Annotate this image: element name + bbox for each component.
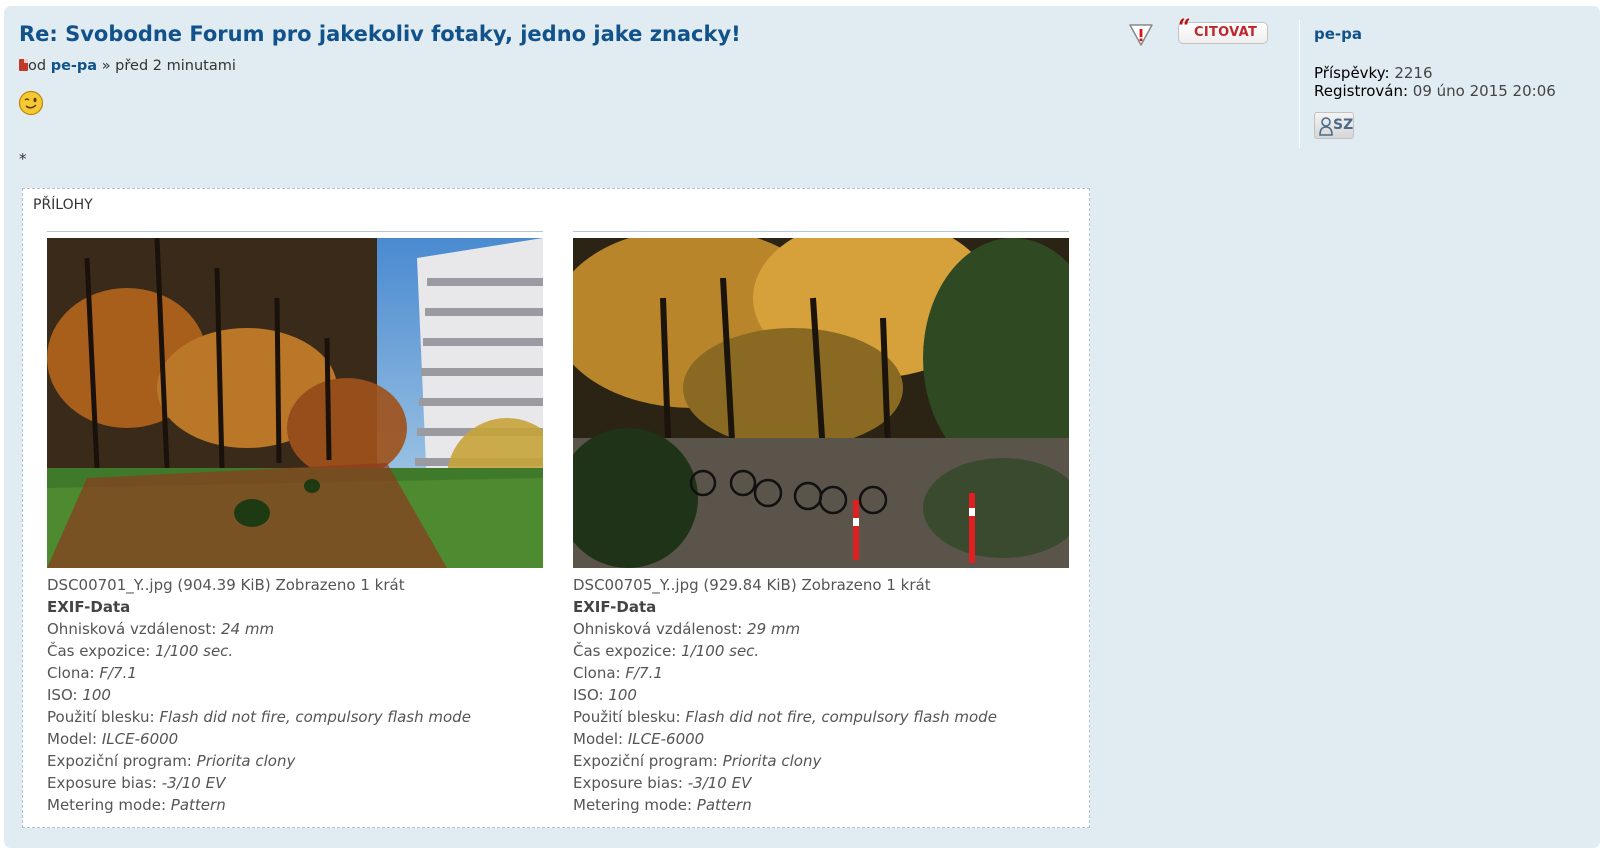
post-body-text: *: [19, 150, 27, 168]
profile-posts-value[interactable]: 2216: [1394, 64, 1432, 82]
attachment-item: DSC00701_Y..jpg (904.39 KiB) Zobrazeno 1…: [47, 231, 543, 816]
attachment-filename[interactable]: DSC00705_Y..jpg: [573, 576, 699, 594]
exif-exposure-label: Čas expozice:: [47, 642, 151, 660]
exif-iso: ISO: 100: [573, 684, 1069, 706]
exif-exposure-label: Čas expozice:: [573, 642, 677, 660]
report-icon[interactable]: [1127, 20, 1155, 48]
smiley-wink-icon: [18, 90, 44, 116]
exif-focal-label: Ohnisková vzdálenost:: [47, 620, 217, 638]
exif-metering-label: Metering mode:: [573, 796, 693, 814]
exif-exposure: Čas expozice: 1/100 sec.: [47, 640, 543, 662]
post-container: Re: Svobodne Forum pro jakekoliv fotaky,…: [4, 6, 1600, 848]
profile-registered-value: 09 úno 2015 20:06: [1412, 82, 1556, 100]
send-pm-button[interactable]: SZ: [1314, 112, 1354, 139]
exif-model-label: Model:: [47, 730, 98, 748]
attachment-photo[interactable]: [573, 238, 1069, 568]
exif-iso-label: ISO:: [47, 686, 78, 704]
exif-aperture: Clona: F/7.1: [47, 662, 543, 684]
exif-metering-label: Metering mode:: [47, 796, 167, 814]
quote-button[interactable]: “ CITOVAT: [1178, 15, 1268, 44]
exif-focal: Ohnisková vzdálenost: 24 mm: [47, 618, 543, 640]
profile-registered: Registrován: 09 úno 2015 20:06: [1314, 82, 1556, 100]
post-time: » před 2 minutami: [101, 58, 236, 74]
exif-program-value: Priorita clony: [196, 752, 296, 770]
exif-flash-value: Flash did not fire, compulsory flash mod…: [159, 708, 471, 726]
exif-iso: ISO: 100: [47, 684, 543, 706]
exif-bias-value: -3/10 EV: [161, 774, 226, 792]
exif-bias: Exposure bias: -3/10 EV: [573, 772, 1069, 794]
exif-flash-label: Použití blesku:: [573, 708, 681, 726]
attachment-info: DSC00701_Y..jpg (904.39 KiB) Zobrazeno 1…: [47, 574, 543, 816]
quote-icon: “: [1178, 15, 1191, 41]
attachment-divider: [47, 231, 543, 232]
quote-label: CITOVAT: [1194, 25, 1258, 40]
exif-model-value: ILCE-6000: [627, 730, 705, 748]
exif-program-value: Priorita clony: [722, 752, 822, 770]
attachment-divider: [573, 231, 1069, 232]
exif-bias: Exposure bias: -3/10 EV: [47, 772, 543, 794]
profile-posts-label: Příspěvky:: [1314, 64, 1390, 82]
profile-username[interactable]: pe-pa: [1314, 25, 1362, 43]
exif-model: Model: ILCE-6000: [47, 728, 543, 750]
post-icon[interactable]: [19, 59, 28, 71]
exif-iso-label: ISO:: [573, 686, 604, 704]
attachment-filename[interactable]: DSC00701_Y..jpg: [47, 576, 173, 594]
exif-program: Expoziční program: Priorita clony: [573, 750, 1069, 772]
exif-focal-value: 29 mm: [747, 620, 801, 638]
exif-bias-label: Exposure bias:: [573, 774, 683, 792]
exif-focal: Ohnisková vzdálenost: 29 mm: [573, 618, 1069, 640]
attachments-box: PŘÍLOHY DSC00701_Y..jpg (904.39 KiB) Zob…: [22, 188, 1090, 828]
attachment-views: Zobrazeno 1 krát: [801, 576, 931, 594]
exif-exposure-value: 1/100 sec.: [155, 642, 234, 660]
exif-exposure-value: 1/100 sec.: [681, 642, 760, 660]
exif-program: Expoziční program: Priorita clony: [47, 750, 543, 772]
exif-focal-label: Ohnisková vzdálenost:: [573, 620, 743, 638]
exif-flash: Použití blesku: Flash did not fire, comp…: [47, 706, 543, 728]
contact-user-icon: [1319, 117, 1333, 136]
attachments-title: PŘÍLOHY: [33, 197, 93, 213]
exif-flash-label: Použití blesku:: [47, 708, 155, 726]
attachment-size: (929.84 KiB): [703, 576, 797, 594]
send-pm-label: SZ: [1333, 117, 1354, 133]
attachment-file-line: DSC00701_Y..jpg (904.39 KiB) Zobrazeno 1…: [47, 574, 543, 596]
exif-iso-value: 100: [82, 686, 111, 704]
post-byline: od pe-pa » před 2 minutami: [19, 58, 236, 74]
exif-iso-value: 100: [608, 686, 637, 704]
exif-aperture-value: F/7.1: [625, 664, 663, 682]
exif-flash-value: Flash did not fire, compulsory flash mod…: [685, 708, 997, 726]
attachment-info: DSC00705_Y..jpg (929.84 KiB) Zobrazeno 1…: [573, 574, 1069, 816]
exif-metering: Metering mode: Pattern: [47, 794, 543, 816]
exif-model-label: Model:: [573, 730, 624, 748]
exif-metering-value: Pattern: [170, 796, 226, 814]
exif-program-label: Expoziční program:: [47, 752, 192, 770]
profile-posts: Příspěvky: 2216: [1314, 64, 1433, 82]
exif-aperture-label: Clona:: [47, 664, 95, 682]
exif-metering: Metering mode: Pattern: [573, 794, 1069, 816]
attachment-size: (904.39 KiB): [177, 576, 271, 594]
exif-bias-label: Exposure bias:: [47, 774, 157, 792]
byline-prefix: od: [28, 58, 47, 74]
exif-bias-value: -3/10 EV: [687, 774, 752, 792]
profile-registered-label: Registrován:: [1314, 82, 1409, 100]
post-title[interactable]: Re: Svobodne Forum pro jakekoliv fotaky,…: [19, 22, 741, 46]
post-profile: pe-pa Příspěvky: 2216 Registrován: 09 ún…: [1299, 20, 1604, 148]
attachment-views: Zobrazeno 1 krát: [275, 576, 405, 594]
exif-aperture-value: F/7.1: [99, 664, 137, 682]
exif-aperture-label: Clona:: [573, 664, 621, 682]
exif-metering-value: Pattern: [696, 796, 752, 814]
exif-title: EXIF-Data: [573, 598, 657, 616]
attachment-item: DSC00705_Y..jpg (929.84 KiB) Zobrazeno 1…: [573, 231, 1069, 816]
exif-flash: Použití blesku: Flash did not fire, comp…: [573, 706, 1069, 728]
exif-exposure: Čas expozice: 1/100 sec.: [573, 640, 1069, 662]
post-author-link[interactable]: pe-pa: [51, 58, 97, 74]
exif-program-label: Expoziční program:: [573, 752, 718, 770]
exif-title: EXIF-Data: [47, 598, 131, 616]
exif-model: Model: ILCE-6000: [573, 728, 1069, 750]
exif-focal-value: 24 mm: [221, 620, 275, 638]
attachment-file-line: DSC00705_Y..jpg (929.84 KiB) Zobrazeno 1…: [573, 574, 1069, 596]
attachment-photo[interactable]: [47, 238, 543, 568]
exif-model-value: ILCE-6000: [101, 730, 179, 748]
exif-aperture: Clona: F/7.1: [573, 662, 1069, 684]
